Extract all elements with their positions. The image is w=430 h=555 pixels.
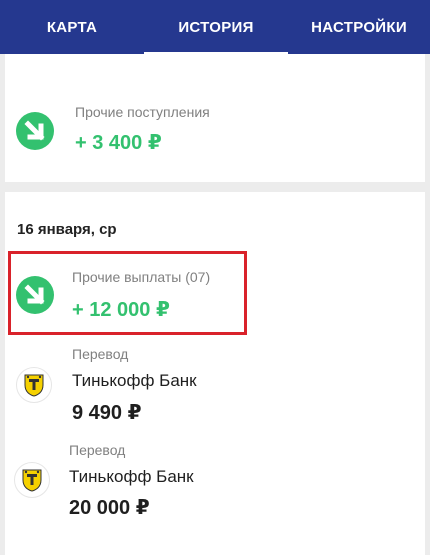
transaction-row[interactable]: Перевод Тинькофф Банк 20 000 ₽ <box>5 440 425 532</box>
top-tab-bar: КАРТА ИСТОРИЯ НАСТРОЙКИ <box>0 0 430 55</box>
transaction-category: Перевод <box>69 442 126 458</box>
highlight-frame <box>8 251 247 335</box>
bank-logo-icon <box>16 367 52 403</box>
incoming-arrow-icon <box>16 112 54 150</box>
date-header: 16 января, ср <box>17 221 117 238</box>
merchant-name: Тинькофф Банк <box>69 467 194 486</box>
tab-card[interactable]: КАРТА <box>0 0 144 54</box>
transaction-category: Прочие поступления <box>75 104 210 120</box>
transaction-category: Перевод <box>72 346 129 362</box>
transaction-row[interactable]: Прочие поступления + 3 400 ₽ <box>5 100 425 170</box>
transaction-row[interactable]: Перевод Тинькофф Банк 9 490 ₽ <box>5 343 425 435</box>
transaction-amount: 20 000 ₽ <box>69 497 150 519</box>
transaction-amount: + 3 400 ₽ <box>75 132 162 154</box>
tab-settings[interactable]: НАСТРОЙКИ <box>288 0 430 54</box>
merchant-name: Тинькофф Банк <box>72 371 197 390</box>
bank-logo-icon <box>14 462 50 498</box>
transaction-amount: 9 490 ₽ <box>72 402 142 424</box>
section-divider <box>5 182 425 192</box>
tab-history[interactable]: ИСТОРИЯ <box>144 0 288 54</box>
